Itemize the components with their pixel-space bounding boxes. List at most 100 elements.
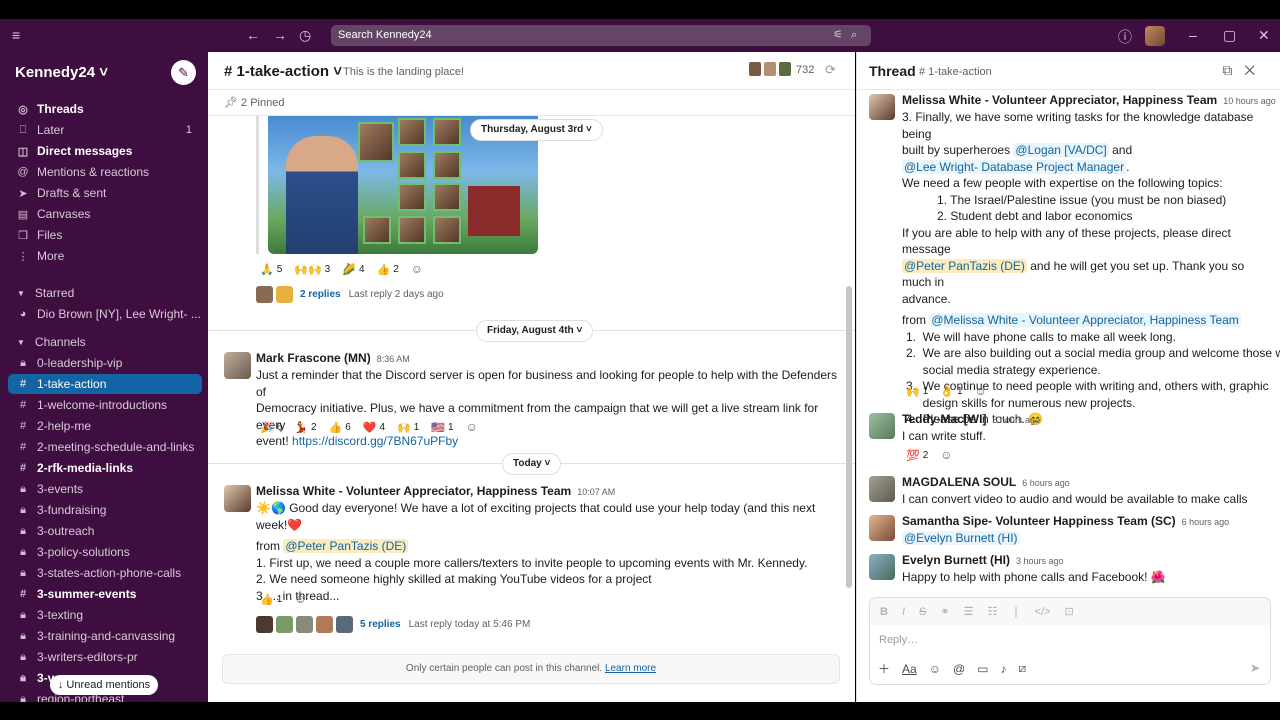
avatar[interactable] — [869, 413, 895, 439]
maximize-icon[interactable]: ▢ — [1223, 27, 1236, 44]
sidebar-channel-3-summer-events[interactable]: #3-summer-events — [8, 584, 202, 604]
message-author[interactable]: Melissa White - Volunteer Appreciator, H… — [902, 93, 1276, 107]
code-icon[interactable]: </> — [1035, 606, 1051, 618]
user-avatar[interactable] — [1145, 26, 1165, 46]
avatar[interactable] — [869, 476, 895, 502]
user-mention[interactable]: @Logan [VA/DC] — [1013, 143, 1109, 157]
replies-count[interactable]: 5 replies — [360, 619, 401, 630]
message-time[interactable]: 8 hours ago — [992, 415, 1040, 425]
reaction-pill[interactable]: 👍 2 — [377, 263, 399, 276]
close-icon[interactable]: ✕ — [1244, 62, 1267, 78]
search-input[interactable]: Search Kennedy24 ⚟⌕ — [331, 25, 871, 46]
channels-section-header[interactable]: ▼ Channels — [8, 335, 86, 349]
user-mention[interactable]: @Melissa White - Volunteer Appreciator, … — [929, 313, 1241, 327]
ordered-list-icon[interactable]: ☰ — [964, 605, 974, 618]
discord-link[interactable]: https://discord.gg/7BN67uPFby — [292, 434, 458, 448]
reaction-pill[interactable]: ❤️ 4 — [363, 421, 385, 434]
sidebar-item-canvases[interactable]: ▤ Canvases — [8, 204, 202, 224]
popout-icon[interactable]: ⧉ — [1222, 62, 1244, 78]
sidebar-item-mentions[interactable]: @ Mentions & reactions — [8, 162, 202, 182]
message-author[interactable]: MAGDALENA SOUL 6 hours ago — [902, 475, 1070, 489]
message-time[interactable]: 10:07 AM — [577, 487, 615, 497]
pinned-bar[interactable]: 📌︎ 2 Pinned — [208, 90, 855, 116]
sidebar-item-files[interactable]: ❒ Files — [8, 225, 202, 245]
sidebar-item-threads[interactable]: ◎ Threads — [8, 99, 202, 119]
user-mention[interactable]: @Lee Wright- Database Project Manager — [902, 159, 1127, 174]
add-reaction-icon[interactable]: ☺ — [466, 420, 478, 434]
history-icon[interactable]: ◷ — [299, 27, 311, 44]
compose-icon[interactable]: ✎ — [171, 60, 196, 85]
message-author[interactable]: Melissa White - Volunteer Appreciator, H… — [256, 484, 615, 498]
code-block-icon[interactable]: ⊡ — [1064, 605, 1073, 618]
avatar[interactable] — [869, 94, 895, 120]
message-time[interactable]: 8:36 AM — [377, 354, 410, 364]
sidebar-channel-1-take-action[interactable]: #1-take-action — [8, 374, 202, 394]
reaction-pill[interactable]: 🙏 5 — [260, 263, 282, 276]
sidebar-channel-3-fundraising[interactable]: 🔒︎ 3-fundraising — [8, 500, 202, 520]
reaction-pill[interactable]: 💃 2 — [294, 421, 316, 434]
search-filter-icon[interactable]: ⚟⌕ — [833, 28, 865, 42]
date-divider-thursday[interactable]: Thursday, August 3rd ˅ — [470, 119, 603, 141]
sidebar-channel-3-outreach[interactable]: 🔒︎ 3-outreach — [8, 521, 202, 541]
bold-icon[interactable]: B — [880, 606, 888, 618]
reaction-pill[interactable]: 🌽 4 — [342, 263, 364, 276]
reply-input[interactable]: Reply… — [879, 634, 918, 646]
reaction-pill[interactable]: 💯 2 — [906, 449, 928, 462]
starred-dm-item[interactable]: ◕ Dio Brown [NY], Lee Wright- ... — [8, 304, 202, 324]
user-mention[interactable]: @Peter PanTazis (DE) — [283, 539, 409, 553]
sidebar-channel-2-help-me[interactable]: #2-help-me — [8, 416, 202, 436]
message-time[interactable]: 6 hours ago — [1182, 517, 1230, 527]
date-divider-today[interactable]: Today ˅ — [502, 453, 562, 475]
reaction-pill[interactable]: 🙌🙌 3 — [294, 263, 330, 276]
video-icon[interactable]: ▭ — [977, 662, 988, 676]
starred-section-header[interactable]: ▼ Starred — [8, 286, 74, 300]
message-time[interactable]: 3 hours ago — [1016, 556, 1064, 566]
avatar[interactable] — [869, 554, 895, 580]
sidebar-channel-3-policy-solutions[interactable]: 🔒︎ 3-policy-solutions — [8, 542, 202, 562]
emoji-icon[interactable]: ☺ — [929, 662, 941, 676]
thread-replies[interactable]: 5 replies Last reply today at 5:46 PM — [256, 616, 530, 633]
send-icon[interactable]: ➤ — [1250, 661, 1260, 675]
add-reaction-icon[interactable]: ☺ — [940, 448, 952, 462]
help-icon[interactable]: ⓘ — [1118, 27, 1132, 47]
thread-channel[interactable]: # 1-take-action — [919, 66, 992, 78]
huddle-icon[interactable]: ⟳ — [825, 62, 836, 78]
reaction-pill[interactable]: 🇺🇸 1 — [431, 421, 453, 434]
workspace-name[interactable]: Kennedy24 ˅ — [15, 64, 108, 81]
replies-count[interactable]: 2 replies — [300, 289, 341, 300]
link-icon[interactable]: ⚭ — [940, 605, 949, 618]
date-divider-friday[interactable]: Friday, August 4th ˅ — [476, 320, 594, 342]
channel-title[interactable]: # 1-take-action ˅ — [224, 63, 342, 80]
message-author[interactable]: Teddy-Mac[WI] 8 hours ago — [902, 412, 1040, 426]
forward-arrow-icon[interactable]: → — [273, 27, 287, 43]
sidebar-channel-3-events[interactable]: 🔒︎ 3-events — [8, 479, 202, 499]
reaction-pill[interactable]: 🎉 6 — [260, 421, 282, 434]
add-reaction-icon[interactable]: ☺ — [294, 592, 306, 606]
reaction-pill[interactable]: 🙌 1 — [906, 385, 928, 398]
avatar[interactable] — [224, 485, 251, 512]
sidebar-item-direct-messages[interactable]: ◫ Direct messages — [8, 141, 202, 161]
minimize-icon[interactable]: – — [1189, 27, 1197, 43]
reaction-pill[interactable]: 👌 1 — [940, 385, 962, 398]
sidebar-toggle-icon[interactable]: ≡ — [12, 27, 20, 43]
back-arrow-icon[interactable]: ← — [246, 27, 260, 43]
message-time[interactable]: 10 hours ago — [1223, 96, 1276, 106]
avatar[interactable] — [869, 515, 895, 541]
sidebar-channel-1-welcome-introductions[interactable]: #1-welcome-introductions — [8, 395, 202, 415]
unread-mentions-button[interactable]: ↓ Unread mentions — [50, 675, 158, 695]
sidebar-item-more[interactable]: ⋮ More — [8, 246, 202, 266]
add-reaction-icon[interactable]: ☺ — [975, 384, 987, 398]
sidebar-item-later[interactable]: ⎕ Later 1 — [8, 120, 202, 140]
sidebar-channel-3-states-action[interactable]: 🔒︎ 3-states-action-phone-calls — [8, 563, 202, 583]
member-count[interactable]: 732 — [796, 64, 814, 76]
message-author[interactable]: Evelyn Burnett (HI) 3 hours ago — [902, 553, 1064, 567]
member-avatars[interactable] — [748, 61, 793, 77]
user-mention[interactable]: @Evelyn Burnett (HI) — [902, 531, 1020, 545]
sidebar-channel-3-texting[interactable]: 🔒︎ 3-texting — [8, 605, 202, 625]
reaction-pill[interactable]: 🙌 1 — [397, 421, 419, 434]
sidebar-item-drafts[interactable]: ➤ Drafts & sent — [8, 183, 202, 203]
plus-icon[interactable]: ＋ — [878, 660, 890, 677]
avatar[interactable] — [224, 352, 251, 379]
blockquote-icon[interactable]: ❘ — [1011, 605, 1020, 618]
formatting-toggle-icon[interactable]: Aa — [902, 662, 917, 676]
